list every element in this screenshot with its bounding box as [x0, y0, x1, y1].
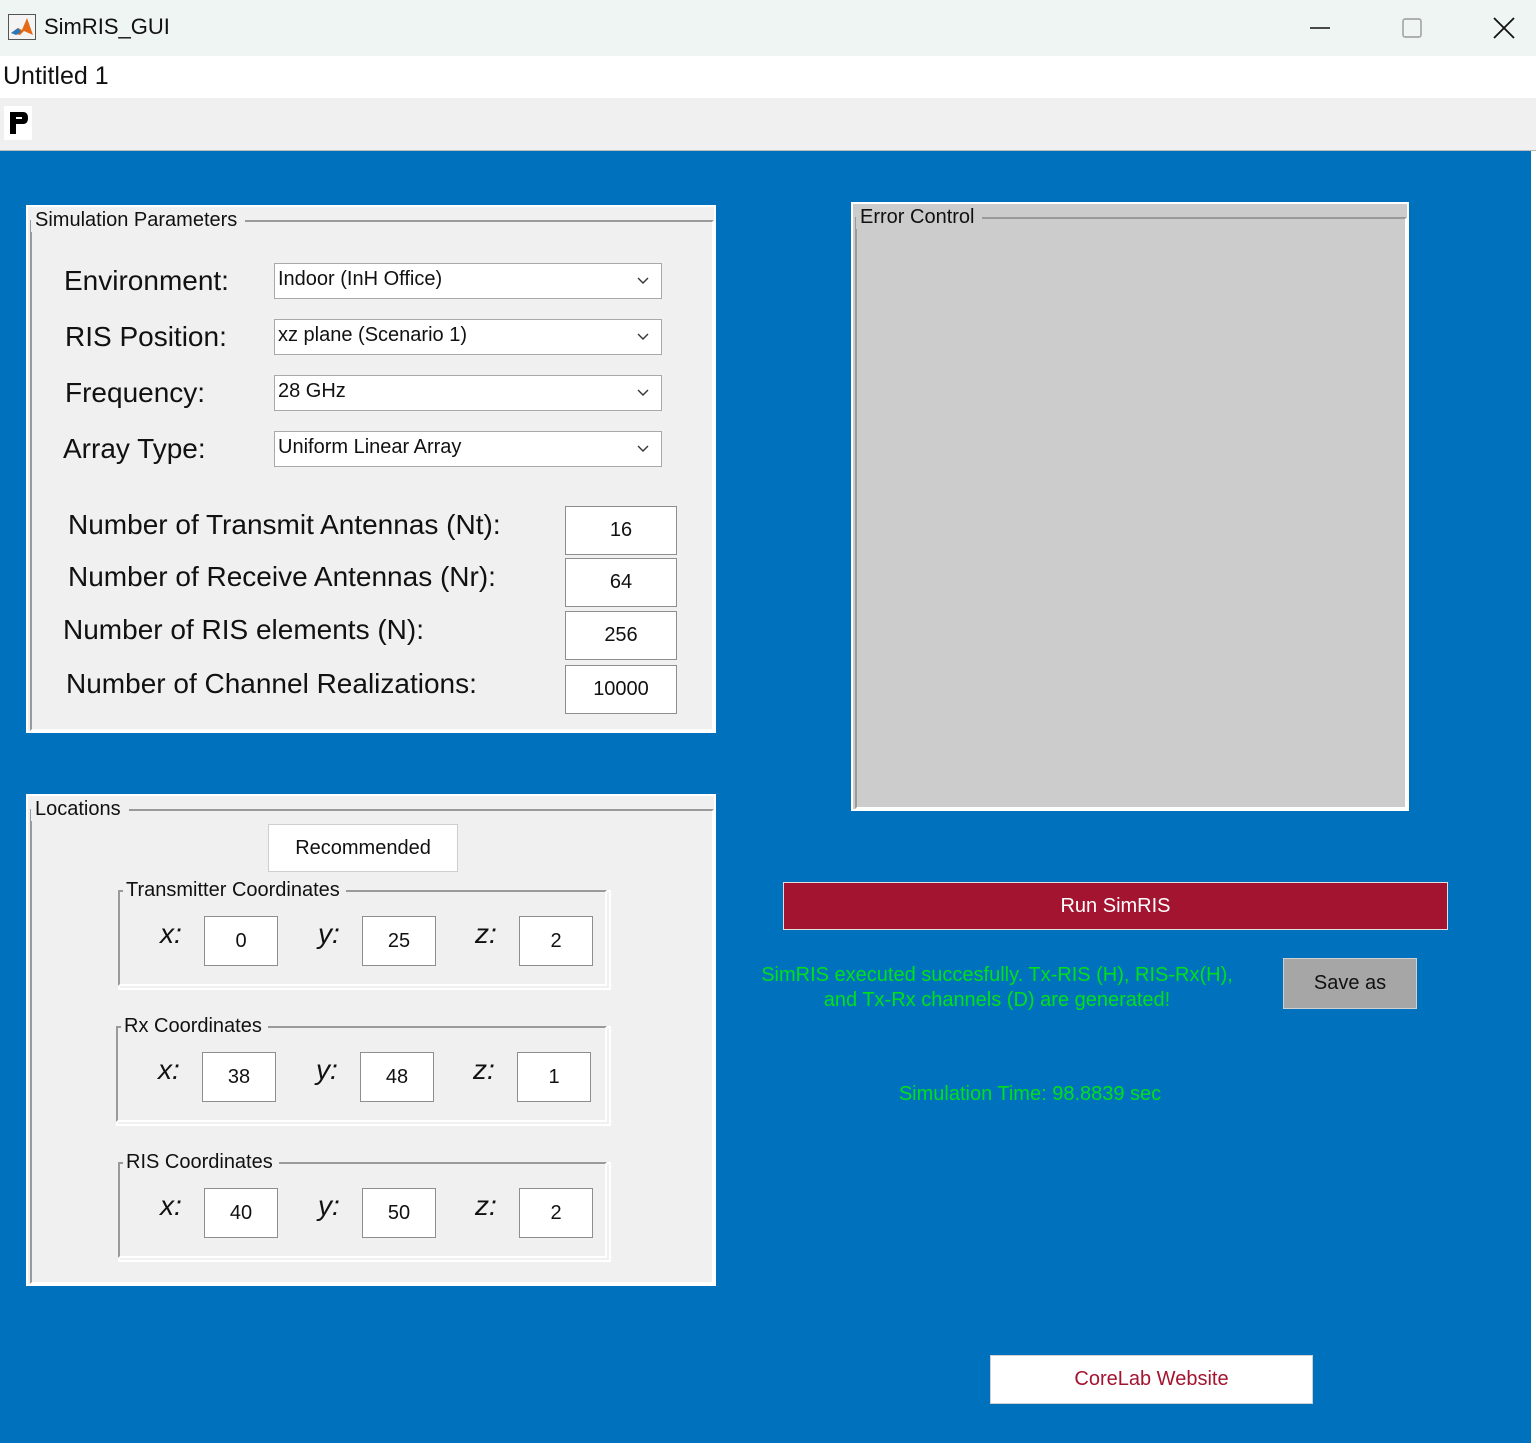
transmitter-coordinates-title: Transmitter Coordinates: [123, 879, 346, 902]
run-simris-button[interactable]: Run SimRIS: [783, 882, 1448, 930]
nt-input[interactable]: [565, 506, 677, 555]
error-control-panel: Error Control: [851, 202, 1409, 811]
y-label: y:: [316, 1054, 338, 1085]
tx-y-input[interactable]: [362, 916, 436, 966]
chevron-down-icon: [637, 389, 649, 396]
channel-realizations-input[interactable]: [565, 665, 677, 714]
x-label: x:: [160, 918, 182, 949]
rx-coordinates-group: Rx Coordinates x: y: z:: [116, 1015, 611, 1126]
status-message: SimRIS executed succesfully. Tx-RIS (H),…: [732, 963, 1262, 1013]
chevron-down-icon: [637, 445, 649, 452]
ris-position-label: RIS Position:: [65, 321, 227, 352]
document-tab-title[interactable]: Untitled 1: [3, 62, 109, 91]
ris-y-input[interactable]: [362, 1188, 436, 1238]
nt-label: Number of Transmit Antennas (Nt):: [68, 509, 501, 540]
ris-elements-input[interactable]: [565, 611, 677, 660]
maximize-icon: [1402, 18, 1422, 38]
maximize-button[interactable]: [1366, 0, 1458, 56]
x-label: x:: [160, 1190, 182, 1221]
close-button[interactable]: [1458, 0, 1536, 56]
z-label: z:: [475, 1190, 497, 1221]
simulation-time: Simulation Time: 98.8839 sec: [898, 1083, 1162, 1105]
ris-elements-label: Number of RIS elements (N):: [63, 614, 424, 645]
x-label: x:: [158, 1054, 180, 1085]
y-label: y:: [318, 1190, 340, 1221]
locations-title: Locations: [31, 798, 129, 821]
rx-z-input[interactable]: [517, 1052, 591, 1102]
frequency-label: Frequency:: [65, 377, 206, 408]
window-title: SimRIS_GUI: [44, 14, 170, 39]
locations-panel: Locations Recommended Transmitter Coordi…: [26, 794, 716, 1286]
nr-label: Number of Receive Antennas (Nr):: [68, 561, 496, 592]
channel-realizations-label: Number of Channel Realizations:: [66, 668, 477, 699]
pin-icon[interactable]: [4, 106, 32, 140]
minimize-icon: [1310, 27, 1330, 29]
status-line-1: SimRIS executed succesfully. Tx-RIS (H),…: [761, 964, 1233, 986]
simulation-parameters-panel: Simulation Parameters Environment: Indoo…: [26, 205, 716, 733]
y-label: y:: [318, 918, 340, 949]
ris-coordinates-group: RIS Coordinates x: y: z:: [118, 1151, 611, 1262]
status-line-2: and Tx-Rx channels (D) are generated!: [823, 989, 1171, 1011]
transmitter-coordinates-group: Transmitter Coordinates x: y: z:: [118, 879, 611, 990]
nr-input[interactable]: [565, 558, 677, 607]
matlab-app-icon: [8, 14, 36, 40]
z-label: z:: [473, 1054, 495, 1085]
chevron-down-icon: [637, 277, 649, 284]
document-tab-bar: [0, 56, 1536, 99]
tx-x-input[interactable]: [204, 916, 278, 966]
ris-x-input[interactable]: [204, 1188, 278, 1238]
save-as-button[interactable]: Save as: [1283, 958, 1417, 1009]
close-icon: [1493, 17, 1515, 39]
array-type-dropdown[interactable]: Uniform Linear Array: [274, 431, 662, 467]
simulation-parameters-title: Simulation Parameters: [31, 209, 246, 232]
frequency-value: 28 GHz: [278, 380, 346, 402]
z-label: z:: [475, 918, 497, 949]
rx-y-input[interactable]: [360, 1052, 434, 1102]
rx-coordinates-title: Rx Coordinates: [121, 1015, 268, 1038]
error-control-title: Error Control: [856, 206, 983, 229]
array-type-value: Uniform Linear Array: [278, 436, 462, 458]
figure-toolbar: [0, 98, 1536, 151]
environment-value: Indoor (InH Office): [278, 268, 443, 290]
ris-coordinates-title: RIS Coordinates: [123, 1151, 279, 1174]
tx-z-input[interactable]: [519, 916, 593, 966]
ris-position-value: xz plane (Scenario 1): [278, 324, 467, 346]
chevron-down-icon: [637, 333, 649, 340]
frequency-dropdown[interactable]: 28 GHz: [274, 375, 662, 411]
environment-dropdown[interactable]: Indoor (InH Office): [274, 263, 662, 299]
rx-x-input[interactable]: [202, 1052, 276, 1102]
ris-position-dropdown[interactable]: xz plane (Scenario 1): [274, 319, 662, 355]
environment-label: Environment:: [64, 265, 229, 296]
recommended-button[interactable]: Recommended: [268, 824, 458, 872]
array-type-label: Array Type:: [63, 433, 206, 464]
corelab-website-button[interactable]: CoreLab Website: [990, 1355, 1313, 1404]
ris-z-input[interactable]: [519, 1188, 593, 1238]
minimize-button[interactable]: [1274, 0, 1366, 56]
